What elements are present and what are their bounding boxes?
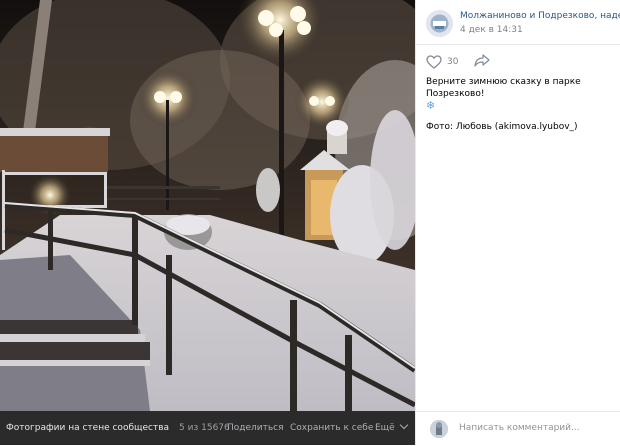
photo-credit: Фото: Любовь (akimova.lyubov_) [426, 122, 578, 132]
photo-counter: 5 из 15676 [179, 423, 230, 433]
winter-park-photo [0, 0, 415, 411]
share-button[interactable]: Поделиться [227, 423, 284, 433]
community-logo [426, 10, 453, 37]
post-date[interactable]: 4 дек в 14:31 [460, 25, 523, 35]
album-link[interactable]: Фотографии на стене сообщества [6, 423, 169, 433]
community-avatar[interactable] [426, 10, 453, 37]
chevron-down-icon [399, 420, 408, 430]
post-text: Верните зимнюю сказку в парке Позрезково… [426, 76, 618, 133]
snowflake-icon: ❄ [426, 99, 436, 112]
more-label: Ещё [375, 423, 395, 433]
like-button[interactable]: 30 [426, 54, 491, 70]
photo-toolbar: Фотографии на стене сообщества 5 из 1567… [0, 411, 415, 445]
share-icon[interactable] [474, 54, 491, 70]
author-block: Молжаниново и Подрезково, наде 4 дек в 1… [426, 6, 620, 40]
comment-input[interactable]: Написать комментарий... [459, 423, 580, 433]
author-name[interactable]: Молжаниново и Подрезково, наде [460, 11, 620, 21]
save-button[interactable]: Сохранить к себе [290, 423, 373, 433]
divider [416, 44, 620, 45]
post-photo[interactable] [0, 0, 415, 411]
user-avatar [430, 420, 448, 438]
post-text-line: Верните зимнюю сказку в парке Позрезково… [426, 77, 581, 99]
heart-icon [426, 55, 442, 69]
likes-count: 30 [447, 57, 459, 67]
more-button[interactable]: Ещё [375, 420, 408, 433]
comment-bar: Написать комментарий... [416, 411, 620, 446]
post-sidebar: Молжаниново и Подрезково, наде 4 дек в 1… [415, 0, 620, 445]
